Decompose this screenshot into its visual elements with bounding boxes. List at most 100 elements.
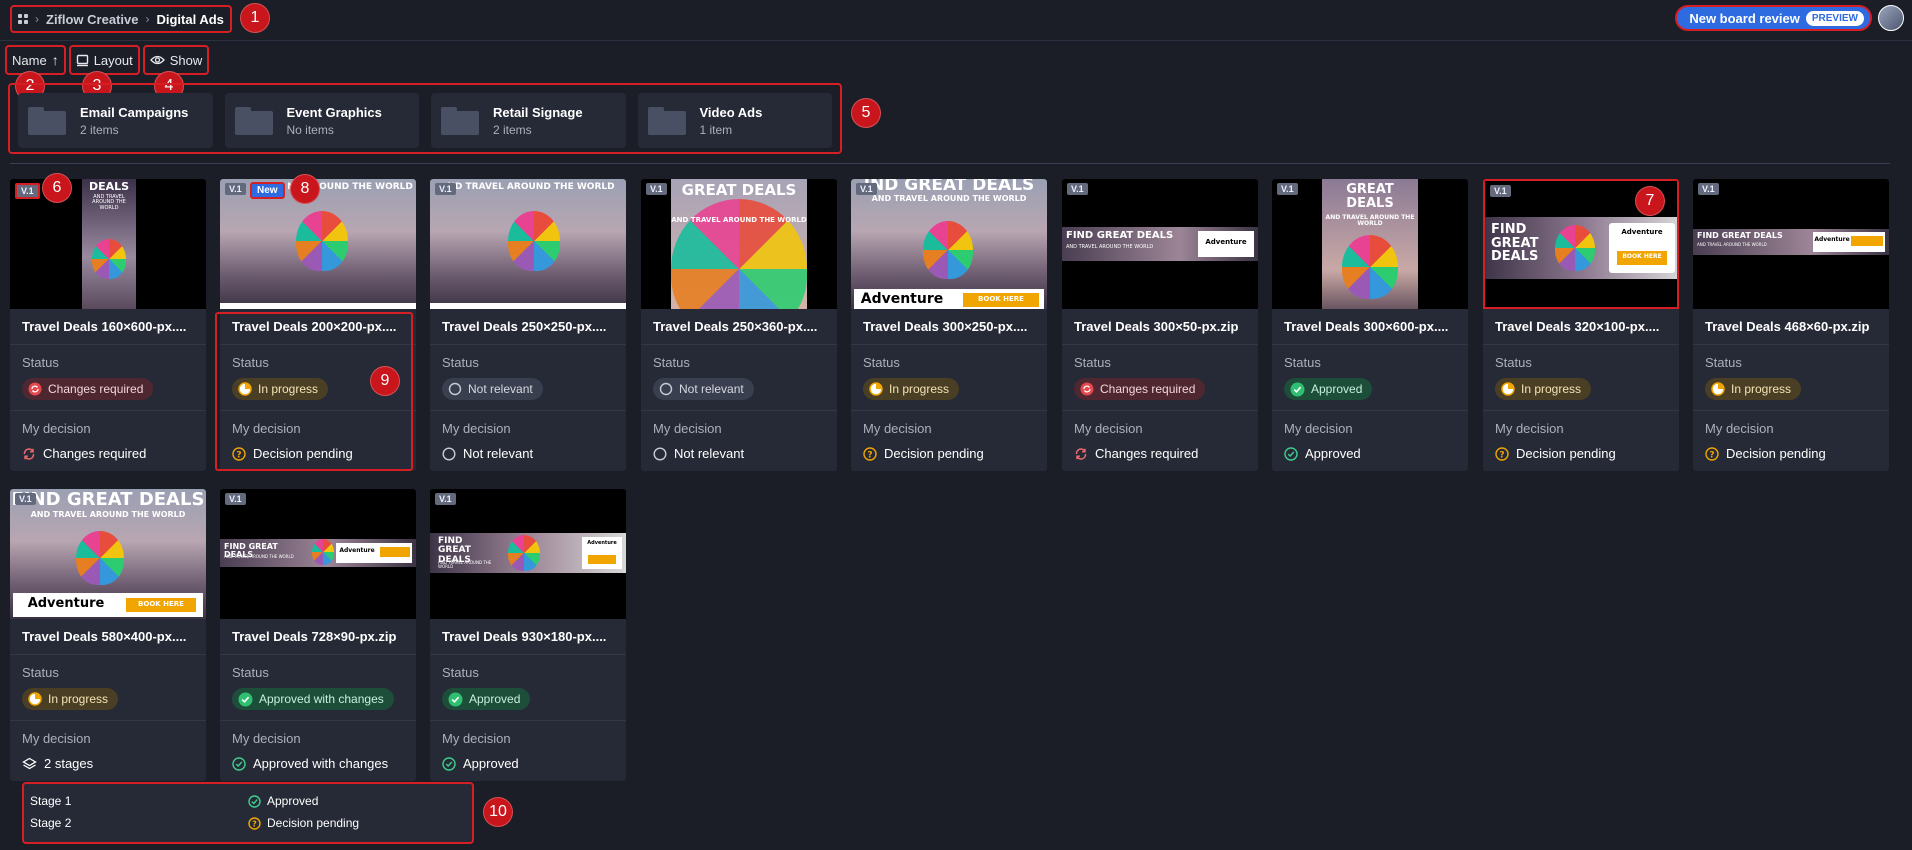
asset-title[interactable]: Travel Deals 320×100-px.... <box>1483 309 1679 345</box>
asset-title[interactable]: Travel Deals 930×180-px.... <box>430 619 626 655</box>
status-badge[interactable]: In progress <box>1495 378 1592 400</box>
status-label: Status <box>22 665 59 680</box>
question-icon: ? <box>1705 446 1719 461</box>
asset-thumbnail[interactable]: FIND GREAT DEALS AND TRAVEL AROUND THE W… <box>10 489 206 619</box>
my-decision[interactable]: Approved <box>1284 446 1456 461</box>
my-decision[interactable]: Changes required <box>22 446 194 461</box>
asset-title[interactable]: Travel Deals 250×250-px.... <box>430 309 626 345</box>
my-decision[interactable]: ? Decision pending <box>863 446 1035 461</box>
arrow-up-icon: ↑ <box>51 52 59 68</box>
folder-video-ads[interactable]: Video Ads 1 item <box>637 93 832 148</box>
decision-text: Changes required <box>43 446 147 461</box>
new-board-review-button[interactable]: New board review PREVIEW <box>1675 5 1872 31</box>
in-progress-icon <box>1711 382 1725 396</box>
folder-event-graphics[interactable]: Event Graphics No items <box>224 93 419 148</box>
view-toolbar: Name ↑ Layout Show <box>5 45 210 75</box>
stage-label: Stage 1 <box>30 794 72 808</box>
asset-thumbnail[interactable]: FIND GREAT DEALS AND TRAVEL AROUND THE W… <box>1693 179 1889 309</box>
status-badge[interactable]: Not relevant <box>442 378 543 400</box>
asset-card[interactable]: IND GREAT DEALS AND TRAVEL AROUND THE WO… <box>851 179 1047 471</box>
my-decision[interactable]: Changes required <box>1074 446 1246 461</box>
status-label: Status <box>22 355 59 370</box>
folder-retail-signage[interactable]: Retail Signage 2 items <box>431 93 626 148</box>
asset-title[interactable]: Travel Deals 160×600-px.... <box>10 309 206 345</box>
breadcrumb-item-digital-ads: Digital Ads <box>156 11 224 27</box>
ad-brand: Adventure <box>339 547 375 554</box>
asset-thumbnail[interactable]: ND AROUND THE WORLD V.1 New <box>220 179 416 309</box>
asset-title[interactable]: Travel Deals 300×250-px.... <box>851 309 1047 345</box>
my-decision[interactable]: Not relevant <box>653 446 825 461</box>
decision-section: My decision Not relevant <box>641 411 837 471</box>
ad-subline: AND TRAVEL AROUND THE WORLD <box>1325 214 1415 228</box>
folder-item-count: 2 items <box>80 122 119 137</box>
status-badge[interactable]: Changes required <box>22 378 154 400</box>
show-button[interactable]: Show <box>142 45 210 75</box>
status-badge[interactable]: In progress <box>1705 378 1802 400</box>
decision-text: Decision pending <box>1516 446 1616 461</box>
decision-text: Decision pending <box>1726 446 1826 461</box>
ad-subline: AND TRAVEL AROUND THE WORLD <box>671 216 807 224</box>
asset-title[interactable]: Travel Deals 580×400-px.... <box>10 619 206 655</box>
asset-card[interactable]: FIND GREAT DEALS AND TRAVEL AROUND THE W… <box>1693 179 1889 471</box>
asset-card[interactable]: FIND GREAT DEALS AND TRAVEL AROUND THE W… <box>430 489 626 781</box>
status-badge[interactable]: Approved <box>1284 378 1373 400</box>
my-decision[interactable]: Approved <box>442 756 614 771</box>
layout-button[interactable]: Layout <box>68 45 140 75</box>
status-badge[interactable]: In progress <box>863 378 960 400</box>
decision-section: My decision 2 stages <box>10 721 206 781</box>
asset-thumbnail[interactable]: ND TRAVEL AROUND THE WORLD V.1 <box>430 179 626 309</box>
asset-card[interactable]: FIND GREAT DEALS AND TRAVEL AROUND THE W… <box>220 489 416 781</box>
my-decision[interactable]: Approved with changes <box>232 756 404 771</box>
ad-subline: AND TRAVEL AROUND THE WORLD <box>438 560 492 570</box>
asset-title[interactable]: Travel Deals 468×60-px.zip <box>1693 309 1889 345</box>
asset-title[interactable]: Travel Deals 300×50-px.zip <box>1062 309 1258 345</box>
asset-thumbnail[interactable]: DEALS AND TRAVEL AROUND THE WORLD V.1 <box>10 179 206 309</box>
status-badge[interactable]: Approved with changes <box>232 688 394 710</box>
sort-by-name-button[interactable]: Name ↑ <box>5 45 66 75</box>
status-label: Status <box>1284 355 1321 370</box>
changes-required-icon <box>1080 382 1094 396</box>
asset-thumbnail[interactable]: IND GREAT DEALS AND TRAVEL AROUND THE WO… <box>851 179 1047 309</box>
my-decision[interactable]: 2 stages <box>22 756 194 771</box>
status-badge[interactable]: Not relevant <box>653 378 754 400</box>
version-badge: V.1 <box>15 493 36 505</box>
folder-email-campaigns[interactable]: Email Campaigns 2 items <box>18 93 213 148</box>
status-text: In progress <box>1521 382 1582 396</box>
asset-title[interactable]: Travel Deals 300×600-px.... <box>1272 309 1468 345</box>
breadcrumb-item-ziflow-creative[interactable]: Ziflow Creative <box>46 12 138 27</box>
status-text: In progress <box>48 692 109 706</box>
status-section: Status Changes required <box>10 345 206 400</box>
decision-label: My decision <box>1705 421 1774 436</box>
annotation-marker-8: 8 <box>290 174 320 204</box>
asset-card[interactable]: ND TRAVEL AROUND THE WORLD V.1 Travel De… <box>430 179 626 471</box>
asset-card[interactable]: GREAT DEALS AND TRAVEL AROUND THE WORLD … <box>641 179 837 471</box>
my-decision[interactable]: ? Decision pending <box>1495 446 1667 461</box>
asset-thumbnail[interactable]: FIND GREAT DEALS AND TRAVEL AROUND THE W… <box>220 489 416 619</box>
asset-thumbnail[interactable]: GREAT DEALS AND TRAVEL AROUND THE WORLD … <box>1272 179 1468 309</box>
asset-title[interactable]: Travel Deals 728×90-px.zip <box>220 619 416 655</box>
asset-thumbnail[interactable]: FIND GREAT DEALS AND TRAVEL AROUND THE W… <box>430 489 626 619</box>
asset-card[interactable]: FIND GREAT DEALS AND TRAVEL AROUND THE W… <box>10 489 206 781</box>
asset-card[interactable]: GREAT DEALS AND TRAVEL AROUND THE WORLD … <box>1272 179 1468 471</box>
decision-section: My decision Changes required <box>1062 411 1258 471</box>
apps-grid-icon[interactable] <box>18 14 28 24</box>
asset-card[interactable]: DEALS AND TRAVEL AROUND THE WORLD V.1 Tr… <box>10 179 206 471</box>
asset-title[interactable]: Travel Deals 250×360-px.... <box>641 309 837 345</box>
asset-thumbnail[interactable]: FIND GREAT DEALS AND TRAVEL AROUND THE W… <box>1062 179 1258 309</box>
status-badge[interactable]: In progress <box>22 688 119 710</box>
asset-card[interactable]: FIND GREAT DEALS Adventure BOOK HERE V.1… <box>1483 179 1679 471</box>
ad-cta: BOOK HERE <box>978 295 1024 303</box>
status-badge[interactable]: Approved <box>442 688 531 710</box>
user-avatar[interactable] <box>1878 5 1904 31</box>
status-text: Approved with changes <box>259 692 384 706</box>
asset-thumbnail[interactable]: GREAT DEALS AND TRAVEL AROUND THE WORLD … <box>641 179 837 309</box>
status-badge[interactable]: Changes required <box>1074 378 1206 400</box>
my-decision[interactable]: ? Decision pending <box>1705 446 1877 461</box>
status-text: Approved <box>469 692 521 706</box>
decision-label: My decision <box>22 421 91 436</box>
annotation-marker-7: 7 <box>1635 186 1665 216</box>
asset-card[interactable]: FIND GREAT DEALS AND TRAVEL AROUND THE W… <box>1062 179 1258 471</box>
version-badge: V.1 <box>1067 183 1088 195</box>
my-decision[interactable]: Not relevant <box>442 446 614 461</box>
version-badge: V.1 <box>435 493 456 505</box>
